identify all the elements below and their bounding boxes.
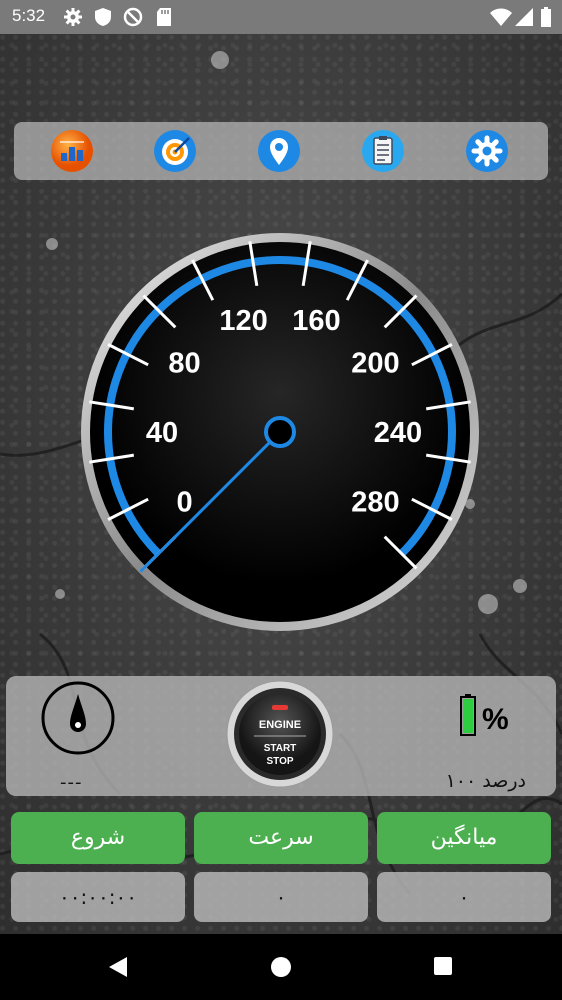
gauge-label: 120	[219, 305, 267, 337]
location-button[interactable]	[257, 129, 301, 173]
gauge-label: 0	[176, 486, 192, 518]
status-time: 5:32	[12, 6, 46, 25]
battery-level-icon: %	[460, 694, 509, 736]
shield-icon	[95, 8, 111, 26]
wifi-icon	[490, 8, 512, 26]
battery-percent-symbol: %	[482, 703, 509, 736]
gauge-hub	[264, 416, 296, 448]
back-icon[interactable]	[107, 956, 129, 978]
timer-value: ۰۰:۰۰:۰۰	[11, 872, 185, 922]
engine-indicator-light	[272, 705, 288, 710]
average-button[interactable]: میانگین	[377, 812, 551, 864]
speed-button[interactable]: سرعت	[194, 812, 368, 864]
settings-button[interactable]	[465, 129, 509, 173]
stop-label: STOP	[266, 756, 293, 767]
sd-card-icon	[157, 8, 171, 26]
heading-compass-icon	[41, 681, 115, 755]
recents-icon[interactable]	[433, 956, 453, 976]
top-toolbar	[14, 122, 548, 180]
stats-button[interactable]	[50, 129, 94, 173]
gauge-label: 280	[351, 486, 399, 518]
start-label: START	[264, 743, 297, 754]
signal-icon	[515, 8, 533, 26]
navigation-bar	[0, 934, 562, 1000]
home-icon[interactable]	[270, 956, 292, 978]
battery-icon	[541, 7, 551, 27]
status-bar: 5:32	[0, 0, 562, 34]
clipboard-icon	[373, 136, 393, 165]
gauge-label: 160	[292, 305, 340, 337]
engine-start-stop-button[interactable]: ENGINE START STOP	[226, 680, 334, 788]
gauge-label: 40	[146, 417, 178, 449]
gauge-label: 240	[374, 417, 422, 449]
gauge-label: 200	[351, 348, 399, 380]
average-value: ۰	[377, 872, 551, 922]
battery-indicator: %	[460, 694, 520, 740]
info-panel: --- ENGINE START STOP % ۱۰۰ درصد	[6, 676, 556, 796]
start-button[interactable]: شروع	[11, 812, 185, 864]
gear-icon	[64, 8, 82, 26]
speed-value: ۰	[194, 872, 368, 922]
speedometer-gauge: 0 40 80 120 160 200 240 280	[81, 233, 479, 631]
battery-percent-text: ۱۰۰ درصد	[445, 770, 526, 792]
engine-label: ENGINE	[259, 719, 301, 731]
heading-value: ---	[60, 772, 83, 793]
target-button[interactable]	[153, 129, 197, 173]
gauge-label: 80	[168, 348, 200, 380]
gear-icon	[471, 135, 503, 167]
notes-button[interactable]	[361, 129, 405, 173]
vpn-icon	[123, 7, 143, 27]
